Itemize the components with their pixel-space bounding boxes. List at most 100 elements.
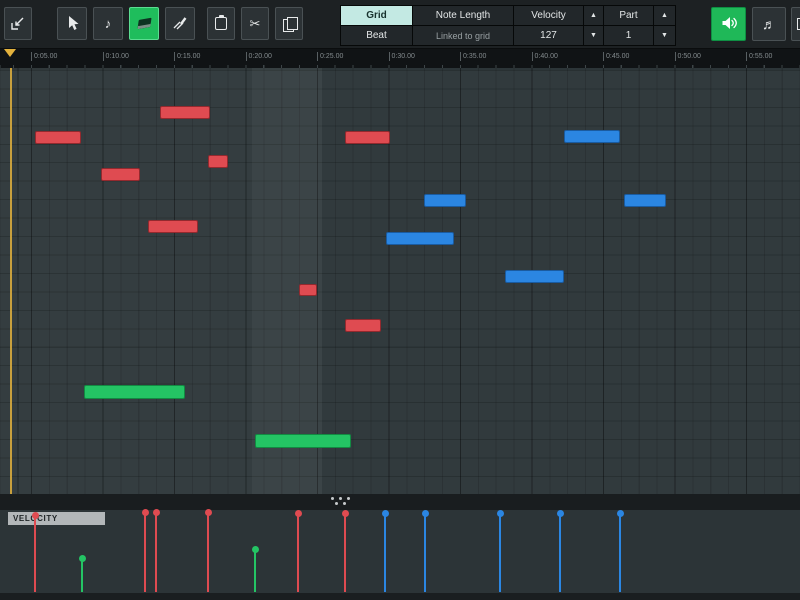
velocity-stem-line	[81, 558, 83, 592]
midi-note-red[interactable]	[345, 131, 390, 144]
scissors-icon: ✂	[250, 17, 261, 30]
velocity-stem-head[interactable]	[342, 510, 349, 517]
velocity-stem-line	[207, 512, 209, 592]
velocity-stem-head[interactable]	[142, 509, 149, 516]
velocity-stem-head[interactable]	[382, 510, 389, 517]
midi-note-red[interactable]	[160, 106, 210, 119]
velocity-down-button[interactable]: ▼	[584, 26, 603, 45]
brush-tool-button[interactable]	[165, 7, 195, 40]
midi-note-blue[interactable]	[386, 232, 454, 245]
piano-roll-grid[interactable]	[0, 68, 800, 494]
grid-value[interactable]: Beat	[341, 26, 412, 45]
velocity-stem-line	[559, 513, 561, 592]
velocity-stem-red[interactable]	[207, 512, 209, 592]
highlight-column	[252, 68, 322, 494]
midi-note-green[interactable]	[84, 385, 185, 399]
ruler-tick-label: 0:20.00	[246, 52, 272, 61]
velocity-stem-head[interactable]	[252, 546, 259, 553]
ruler-tick-label: 0:30.00	[389, 52, 415, 61]
velocity-stem-head[interactable]	[557, 510, 564, 517]
select-tool-button[interactable]	[57, 7, 87, 40]
timeline-ruler[interactable]: 0:05.000:10.000:15.000:20.000:25.000:30.…	[0, 49, 800, 68]
velocity-stem-line	[424, 513, 426, 592]
velocity-lane[interactable]: VELOCITY	[0, 510, 800, 600]
part-up-button[interactable]: ▲	[654, 6, 675, 25]
midi-note-blue[interactable]	[424, 194, 466, 207]
draw-tool-button[interactable]: ♪	[93, 7, 123, 40]
ruler-tick-label: 0:40.00	[532, 52, 558, 61]
more-tools-button[interactable]	[791, 7, 800, 41]
ruler-tick-label: 0:45.00	[603, 52, 629, 61]
ruler-tick-label: 0:05.00	[31, 52, 57, 61]
velocity-stem-red[interactable]	[144, 512, 146, 592]
music-notes-icon: ♬	[762, 17, 776, 31]
midi-note-red[interactable]	[299, 284, 317, 296]
velocity-up-button[interactable]: ▲	[584, 6, 603, 25]
velocity-stem-green[interactable]	[81, 558, 83, 592]
part-down-button[interactable]: ▼	[654, 26, 675, 45]
velocity-value[interactable]: 127	[514, 26, 583, 45]
velocity-stem-head[interactable]	[617, 510, 624, 517]
toolbar: ♪ ✂ Grid Note Length Velocity ▲	[0, 0, 800, 49]
paste-button[interactable]	[207, 7, 235, 40]
velocity-stem-blue[interactable]	[619, 513, 621, 592]
velocity-stem-head[interactable]	[79, 555, 86, 562]
velocity-stem-blue[interactable]	[424, 513, 426, 592]
velocity-stem-red[interactable]	[344, 513, 346, 592]
note-length-label[interactable]: Note Length	[413, 6, 513, 25]
ruler-tick-label: 0:25.00	[317, 52, 343, 61]
export-icon	[10, 15, 26, 33]
midi-note-blue[interactable]	[505, 270, 564, 283]
ruler-tick-label: 0:55.00	[746, 52, 772, 61]
midi-note-green[interactable]	[255, 434, 351, 448]
export-to-track-button[interactable]	[4, 7, 32, 40]
velocity-stem-line	[155, 512, 157, 592]
velocity-stem-line	[499, 513, 501, 592]
velocity-stem-head[interactable]	[205, 509, 212, 516]
ruler-tick-label: 0:50.00	[675, 52, 701, 61]
split-button[interactable]: ✂	[241, 7, 269, 40]
playhead-marker[interactable]	[4, 49, 16, 57]
monitor-button[interactable]	[711, 7, 746, 41]
velocity-stem-head[interactable]	[497, 510, 504, 517]
audition-button[interactable]: ♬	[752, 7, 786, 41]
velocity-stem-head[interactable]	[422, 510, 429, 517]
velocity-stem-blue[interactable]	[499, 513, 501, 592]
divider-drag-handle-icon[interactable]	[325, 497, 355, 505]
duplicate-button[interactable]	[275, 7, 303, 40]
note-length-value[interactable]: Linked to grid	[413, 26, 513, 45]
copy-icon	[283, 17, 296, 30]
part-label[interactable]: Part	[604, 6, 653, 25]
midi-note-blue[interactable]	[564, 130, 620, 143]
grid-tab[interactable]: Grid	[341, 6, 412, 25]
speaker-icon	[720, 14, 738, 34]
velocity-stem-head[interactable]	[32, 512, 39, 519]
midi-note-red[interactable]	[345, 319, 381, 332]
velocity-stem-red[interactable]	[34, 515, 36, 592]
midi-note-blue[interactable]	[624, 194, 666, 207]
velocity-stem-blue[interactable]	[384, 513, 386, 592]
grid-settings-panel: Grid Note Length Velocity ▲ Part ▲ Beat …	[340, 5, 676, 46]
velocity-stem-head[interactable]	[153, 509, 160, 516]
note-pencil-icon: ♪	[105, 17, 112, 30]
midi-editor-window: ♪ ✂ Grid Note Length Velocity ▲	[0, 0, 800, 600]
erase-tool-button[interactable]	[129, 7, 159, 40]
midi-note-red[interactable]	[208, 155, 228, 168]
velocity-stem-line	[144, 512, 146, 592]
velocity-stem-green[interactable]	[254, 549, 256, 592]
velocity-stem-head[interactable]	[295, 510, 302, 517]
velocity-stem-line	[344, 513, 346, 592]
velocity-label[interactable]: Velocity	[514, 6, 583, 25]
velocity-stem-line	[254, 549, 256, 592]
velocity-stem-blue[interactable]	[559, 513, 561, 592]
velocity-stem-line	[384, 513, 386, 592]
part-value[interactable]: 1	[604, 26, 653, 45]
playhead-line	[10, 68, 12, 494]
velocity-stem-red[interactable]	[297, 513, 299, 592]
midi-note-red[interactable]	[101, 168, 140, 181]
midi-note-red[interactable]	[148, 220, 198, 233]
lane-divider[interactable]	[0, 494, 800, 510]
midi-note-red[interactable]	[35, 131, 81, 144]
velocity-stem-red[interactable]	[155, 512, 157, 592]
ruler-tick-label: 0:35.00	[460, 52, 486, 61]
